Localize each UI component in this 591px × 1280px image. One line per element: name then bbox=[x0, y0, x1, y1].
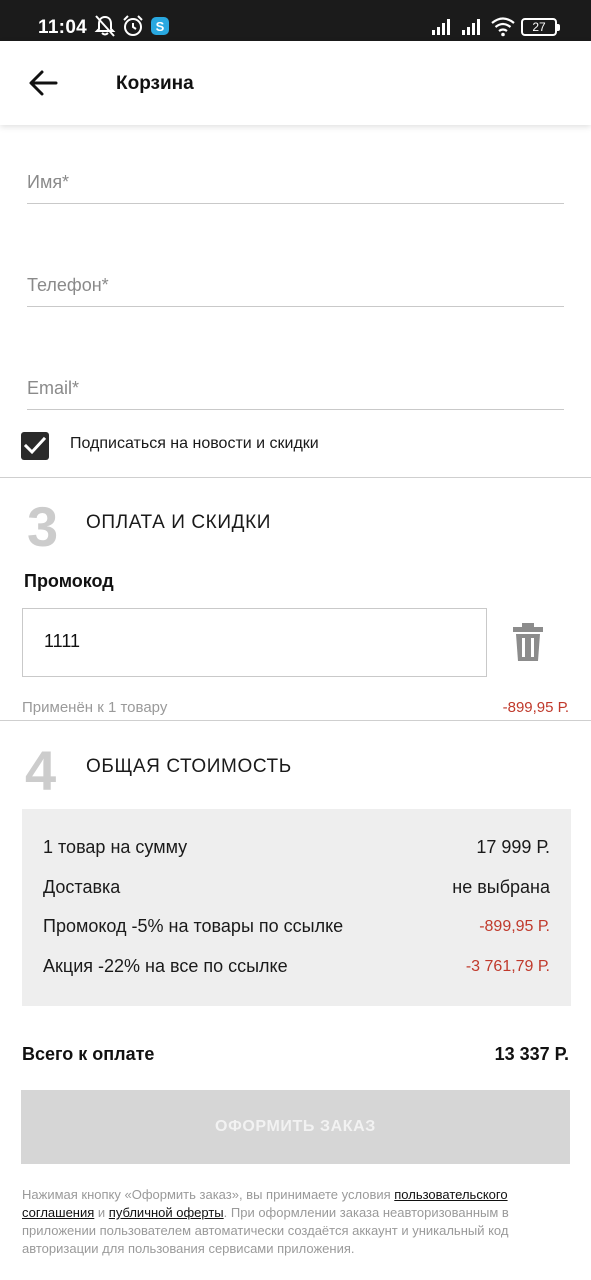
promo-input[interactable]: 1111 bbox=[22, 608, 487, 677]
back-arrow-icon[interactable] bbox=[26, 66, 62, 100]
summary-row: 1 товар на сумму 17 999 Р. bbox=[43, 837, 550, 861]
subscribe-label: Подписаться на новости и скидки bbox=[70, 435, 319, 452]
total-label: Всего к оплате bbox=[22, 1044, 155, 1064]
promo-value: 1111 bbox=[44, 631, 81, 651]
summary-row-label: Акция -22% на все по ссылке bbox=[43, 956, 288, 976]
email-placeholder: Email* bbox=[27, 378, 80, 398]
status-time: 11:04 bbox=[38, 17, 88, 38]
phone-field[interactable]: Телефон* bbox=[27, 263, 564, 307]
step-number: 4 bbox=[25, 739, 57, 802]
step-number: 3 bbox=[27, 495, 59, 558]
wifi-icon bbox=[491, 17, 515, 37]
summary-row-value: не выбрана bbox=[452, 877, 550, 897]
subscribe-checkbox[interactable] bbox=[21, 432, 49, 460]
legal-text: Нажимая кнопку «Оформить заказ», вы прин… bbox=[22, 1187, 395, 1202]
summary-row-label: Промокод -5% на товары по ссылке bbox=[43, 916, 344, 936]
place-order-label: ОФОРМИТЬ ЗАКАЗ bbox=[215, 1118, 376, 1135]
signal-icon bbox=[462, 19, 480, 35]
summary-row: Промокод -5% на товары по ссылке -899,95… bbox=[43, 916, 550, 940]
svg-text:S: S bbox=[156, 19, 165, 34]
mute-icon bbox=[94, 15, 116, 37]
skype-icon: S bbox=[151, 17, 169, 35]
name-field[interactable]: Имя* bbox=[27, 160, 564, 204]
trash-icon[interactable] bbox=[510, 622, 546, 662]
total-value: 13 337 Р. bbox=[494, 1044, 569, 1064]
promo-label: Промокод bbox=[24, 571, 114, 591]
phone-placeholder: Телефон* bbox=[27, 275, 109, 295]
summary-row-value: 17 999 Р. bbox=[476, 837, 550, 857]
legal-notice: Нажимая кнопку «Оформить заказ», вы прин… bbox=[22, 1186, 572, 1258]
summary-row: Доставка не выбрана bbox=[43, 877, 550, 901]
app-bar: Корзина bbox=[0, 41, 591, 125]
section-divider bbox=[0, 477, 591, 478]
place-order-button[interactable]: ОФОРМИТЬ ЗАКАЗ bbox=[21, 1090, 570, 1164]
alarm-icon bbox=[123, 15, 143, 36]
signal-icon bbox=[432, 19, 450, 35]
summary-row-label: Доставка bbox=[43, 877, 121, 897]
email-field[interactable]: Email* bbox=[27, 366, 564, 410]
promo-applied-amount: -899,95 Р. bbox=[502, 699, 569, 716]
promo-applied-text: Применён к 1 товару bbox=[22, 699, 168, 716]
legal-text: и bbox=[94, 1205, 109, 1220]
section-title: ОБЩАЯ СТОИМОСТЬ bbox=[86, 756, 292, 777]
summary-row: Акция -22% на все по ссылке -3 761,79 Р. bbox=[43, 956, 550, 980]
summary-row-value: -899,95 Р. bbox=[479, 918, 550, 935]
section-title: ОПЛАТА И СКИДКИ bbox=[86, 512, 271, 533]
page-title: Корзина bbox=[116, 73, 194, 94]
check-icon bbox=[24, 436, 46, 455]
price-summary: 1 товар на сумму 17 999 Р. Доставка не в… bbox=[22, 809, 571, 1006]
section-divider bbox=[0, 720, 591, 721]
summary-row-label: 1 товар на сумму bbox=[43, 837, 188, 857]
status-bar: 11:04 S 27 bbox=[0, 0, 591, 41]
public-offer-link[interactable]: публичной оферты bbox=[109, 1205, 224, 1220]
summary-row-value: -3 761,79 Р. bbox=[465, 958, 550, 975]
name-placeholder: Имя* bbox=[27, 172, 70, 192]
battery-icon: 27 bbox=[521, 18, 560, 36]
